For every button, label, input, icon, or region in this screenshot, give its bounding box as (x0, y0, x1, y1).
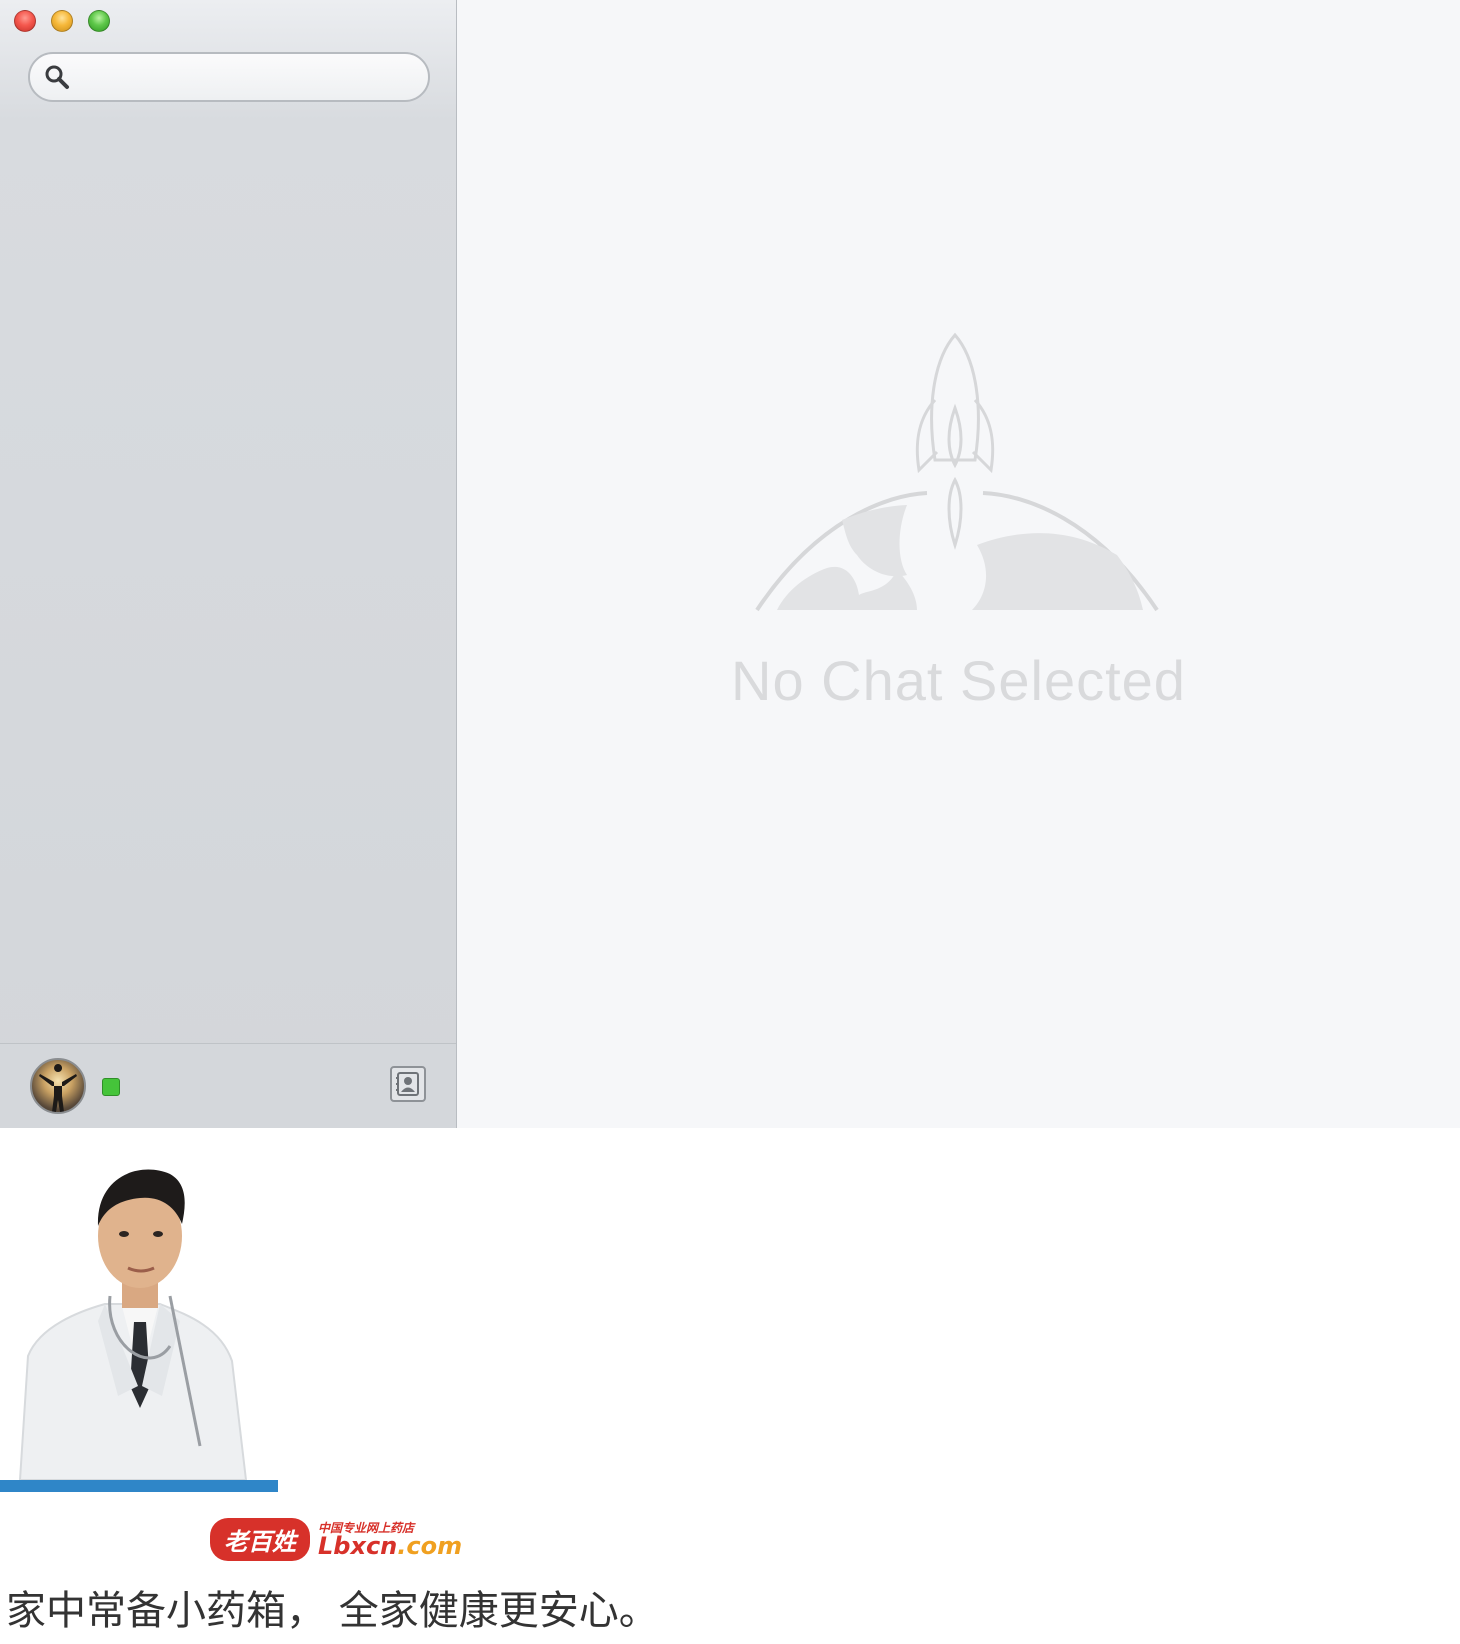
contacts-icon (396, 1072, 419, 1096)
doctor-image (18, 1169, 248, 1480)
sidebar-footer (0, 1043, 456, 1128)
minimize-icon[interactable] (51, 10, 73, 32)
zoom-icon[interactable] (88, 10, 110, 32)
avatar[interactable] (30, 1058, 86, 1114)
logo-domain-name: Lbxcn (318, 1531, 398, 1560)
status-indicator[interactable] (102, 1078, 120, 1096)
rocket-globe-icon (755, 332, 1159, 612)
sidebar (0, 0, 457, 1128)
ad-accent-bar (0, 1480, 278, 1492)
search-icon (45, 65, 69, 89)
advertisement: 老百姓 中国专业网上药店 Lbxcn.com 家中常备小药箱， 全家健康更安心。 (0, 1128, 1460, 1644)
logo-domain-tld: .com (397, 1531, 463, 1560)
logo-text-group: 中国专业网上药店 Lbxcn.com (318, 1522, 462, 1558)
chat-pane: No Chat Selected (457, 0, 1460, 1128)
close-icon[interactable] (14, 10, 36, 32)
search-input[interactable] (78, 56, 412, 98)
brand-logo[interactable]: 老百姓 中国专业网上药店 Lbxcn.com (210, 1518, 462, 1561)
contacts-button[interactable] (390, 1066, 426, 1102)
app-window: No Chat Selected (0, 0, 1460, 1128)
avatar-silhouette (39, 1064, 77, 1112)
logo-badge: 老百姓 (210, 1518, 310, 1561)
search-field[interactable] (28, 52, 430, 102)
window-controls (14, 10, 110, 32)
ad-slogan: 家中常备小药箱， 全家健康更安心。 (6, 1588, 659, 1634)
empty-state-label: No Chat Selected (731, 649, 1186, 712)
logo-domain: Lbxcn.com (318, 1534, 462, 1558)
